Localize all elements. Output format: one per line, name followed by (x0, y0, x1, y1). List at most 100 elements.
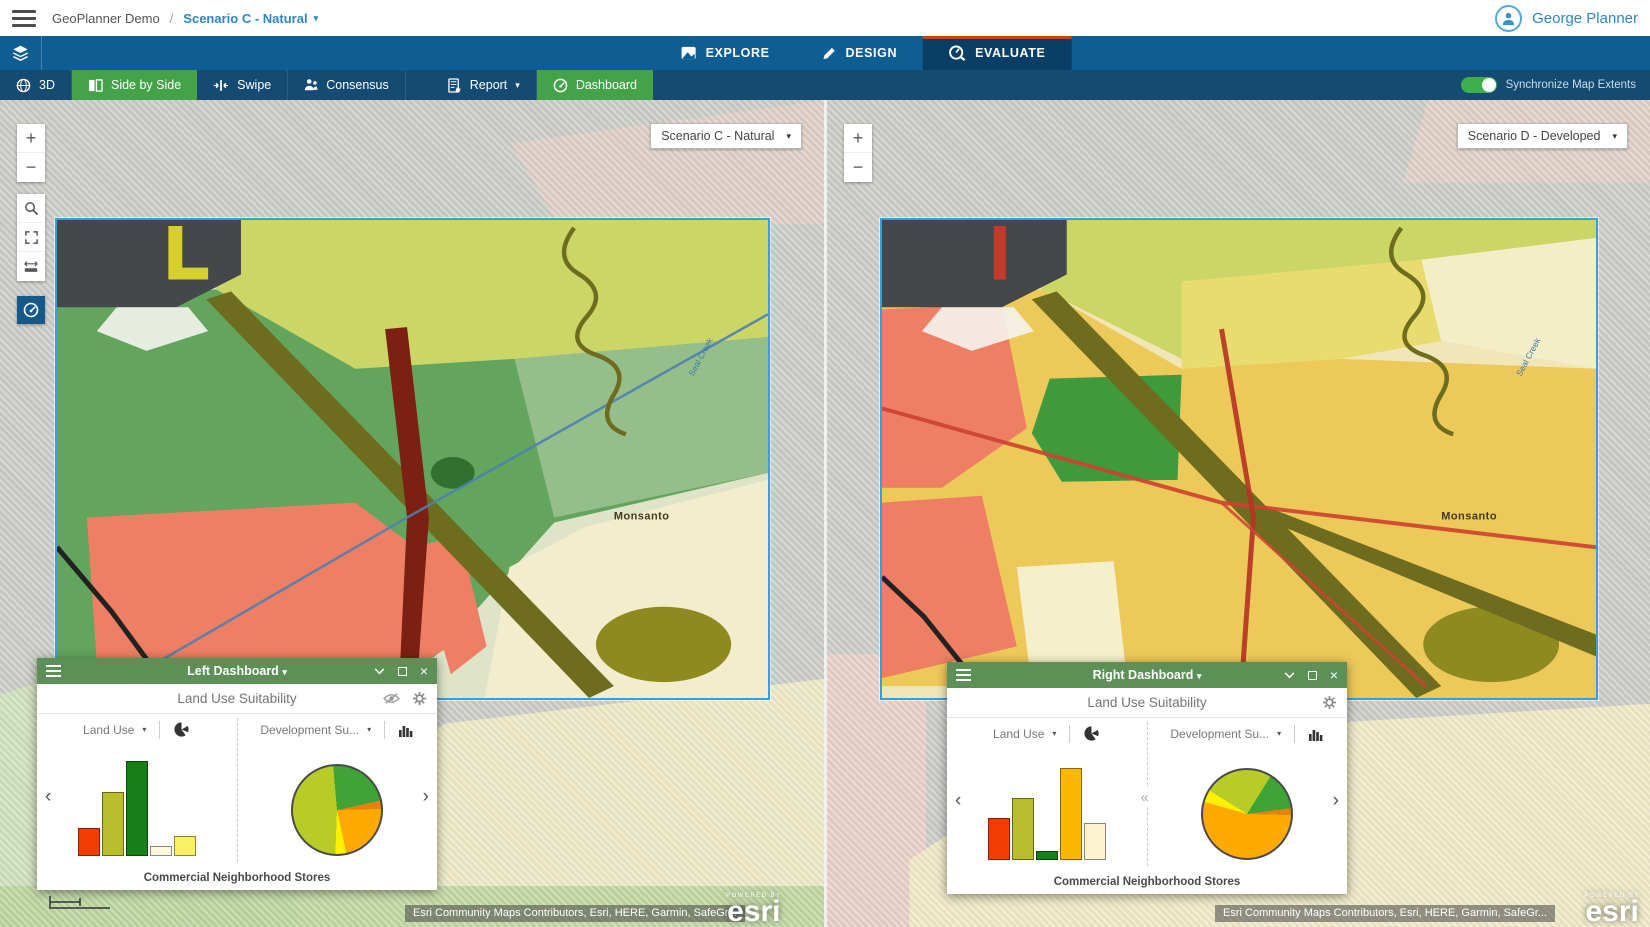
pie-chart-icon[interactable] (173, 721, 190, 738)
panel-window-controls: × (374, 664, 428, 678)
close-icon[interactable]: × (1330, 668, 1338, 682)
dashboard-gauge-icon (553, 78, 568, 93)
carousel-next[interactable]: › (423, 786, 429, 808)
right-dashboard-header: Right Dashboard ▾ × (947, 662, 1347, 688)
place-label: Monsanto (614, 511, 670, 523)
esri-logo: POWERED BY esri (1584, 893, 1640, 925)
chart-select[interactable]: Land Use (83, 723, 134, 737)
widget-header: Land Use Suitability (37, 684, 437, 714)
gear-icon[interactable] (412, 691, 427, 706)
caret-down-icon: ▾ (142, 726, 146, 734)
bar-chart-icon[interactable] (1308, 727, 1324, 741)
breadcrumb-scenario-link[interactable]: Scenario C - Natural ▾ (183, 11, 318, 26)
left-dashboard-header: Left Dashboard ▾ × (37, 658, 437, 684)
close-icon[interactable]: × (420, 664, 428, 678)
side-by-side-button[interactable]: Side by Side (72, 70, 197, 100)
eye-slash-icon[interactable] (383, 692, 400, 705)
report-button[interactable]: Report ▾ (432, 70, 537, 100)
bar-chart-icon[interactable] (398, 723, 414, 737)
scale-bar (48, 894, 112, 915)
menu-icon[interactable] (12, 10, 36, 27)
left-scenario-select[interactable]: Scenario C - Natural ▾ (650, 123, 802, 149)
search-icon[interactable] (17, 194, 45, 223)
zoom-out-button[interactable]: − (17, 153, 45, 182)
development-chart-cell: Development Su... ▾ (1148, 718, 1348, 870)
caret-down-icon: ▾ (1277, 730, 1281, 738)
minimize-icon[interactable] (1284, 672, 1295, 679)
side-by-side-icon (88, 79, 103, 92)
zoom-controls: + − (17, 124, 45, 182)
map-tools (17, 194, 45, 281)
gear-icon[interactable] (1322, 695, 1337, 710)
caret-down-icon: ▾ (1612, 132, 1617, 141)
place-label: Monsanto (1441, 511, 1497, 523)
caret-down-icon: ▾ (1197, 671, 1202, 681)
left-map-pane[interactable]: Monsanto Seal Creek + − Scenario C - Nat… (0, 100, 824, 927)
land-use-bar-chart (947, 768, 1147, 860)
development-pie-chart (1201, 768, 1293, 860)
pencil-icon (822, 46, 837, 61)
avatar (1495, 5, 1522, 32)
attribution: Esri Community Maps Contributors, Esri, … (1215, 905, 1555, 922)
nav-tabs: EXPLORE DESIGN EVALUATE (655, 36, 1072, 70)
explore-icon (681, 46, 697, 60)
user-name: George Planner (1532, 10, 1638, 27)
swipe-button[interactable]: Swipe (197, 70, 288, 100)
caret-down-icon: ▾ (282, 667, 287, 677)
swipe-icon (213, 79, 229, 92)
scenario-extent-right[interactable]: Monsanto Seal Creek (880, 218, 1598, 700)
chart-select[interactable]: Development Su... (1170, 727, 1269, 741)
dashboard-gauge-icon (23, 302, 39, 318)
3d-button[interactable]: 3D (0, 70, 72, 100)
caret-down-icon: ▾ (786, 132, 791, 141)
panel-menu-icon[interactable] (956, 669, 971, 681)
consensus-button[interactable]: Consensus (288, 70, 406, 100)
chart-select[interactable]: Land Use (993, 727, 1044, 741)
map-area: Monsanto Seal Creek + − Scenario C - Nat… (0, 100, 1650, 927)
pie-chart-icon[interactable] (1083, 725, 1100, 742)
dashboard-tool-button[interactable] (17, 296, 45, 324)
development-pie-chart (291, 764, 383, 856)
minimize-icon[interactable] (374, 668, 385, 675)
layers-button[interactable] (0, 36, 42, 70)
zoom-in-button[interactable]: + (844, 124, 872, 153)
maximize-icon[interactable] (398, 667, 407, 676)
synchronize-label: Synchronize Map Extents (1506, 79, 1636, 91)
right-map-pane[interactable]: Monsanto Seal Creek + − Scenario D - Dev… (827, 100, 1650, 927)
caret-down-icon: ▾ (367, 726, 371, 734)
carousel-prev[interactable]: ‹ (45, 786, 51, 808)
left-dashboard-panel: Left Dashboard ▾ × Land Use Suitability … (37, 658, 437, 890)
app-title: GeoPlanner Demo (52, 11, 160, 26)
user-area[interactable]: George Planner (1495, 5, 1638, 32)
synchronize-toggle[interactable] (1461, 77, 1497, 93)
right-scenario-select[interactable]: Scenario D - Developed ▾ (1457, 123, 1628, 149)
measure-icon[interactable] (17, 252, 45, 281)
zoom-out-button[interactable]: − (844, 153, 872, 182)
widget-title: Land Use Suitability (1087, 695, 1206, 710)
chart-select[interactable]: Development Su... (260, 723, 359, 737)
tab-explore[interactable]: EXPLORE (655, 36, 796, 70)
tab-design[interactable]: DESIGN (796, 36, 924, 70)
full-extent-icon[interactable] (17, 223, 45, 252)
zoom-in-button[interactable]: + (17, 124, 45, 153)
caret-down-icon: ▾ (515, 81, 520, 90)
map-pane-divider (824, 100, 827, 927)
globe-icon (16, 78, 31, 93)
dashboard-button[interactable]: Dashboard (537, 70, 653, 100)
breadcrumb-separator: / (170, 11, 174, 26)
carousel-next[interactable]: › (1333, 790, 1339, 812)
widget-title: Land Use Suitability (177, 691, 296, 706)
carousel-prev[interactable]: ‹ (955, 790, 961, 812)
panel-menu-icon[interactable] (46, 665, 61, 677)
tab-evaluate[interactable]: EVALUATE (923, 36, 1071, 70)
charts-row: ‹ Land Use ▾ « Development Su... (947, 718, 1347, 870)
maximize-icon[interactable] (1308, 671, 1317, 680)
layers-icon (11, 44, 30, 62)
scenario-extent-left[interactable]: Monsanto Seal Creek (55, 218, 770, 700)
caret-down-icon: ▾ (314, 14, 319, 23)
charts-row: ‹ Land Use ▾ Development Su... ▾ (37, 714, 437, 866)
nav-bar: EXPLORE DESIGN EVALUATE (0, 36, 1650, 70)
zoom-controls: + − (844, 124, 872, 182)
panel-window-controls: × (1284, 668, 1338, 682)
app-header: GeoPlanner Demo / Scenario C - Natural ▾… (0, 0, 1650, 36)
